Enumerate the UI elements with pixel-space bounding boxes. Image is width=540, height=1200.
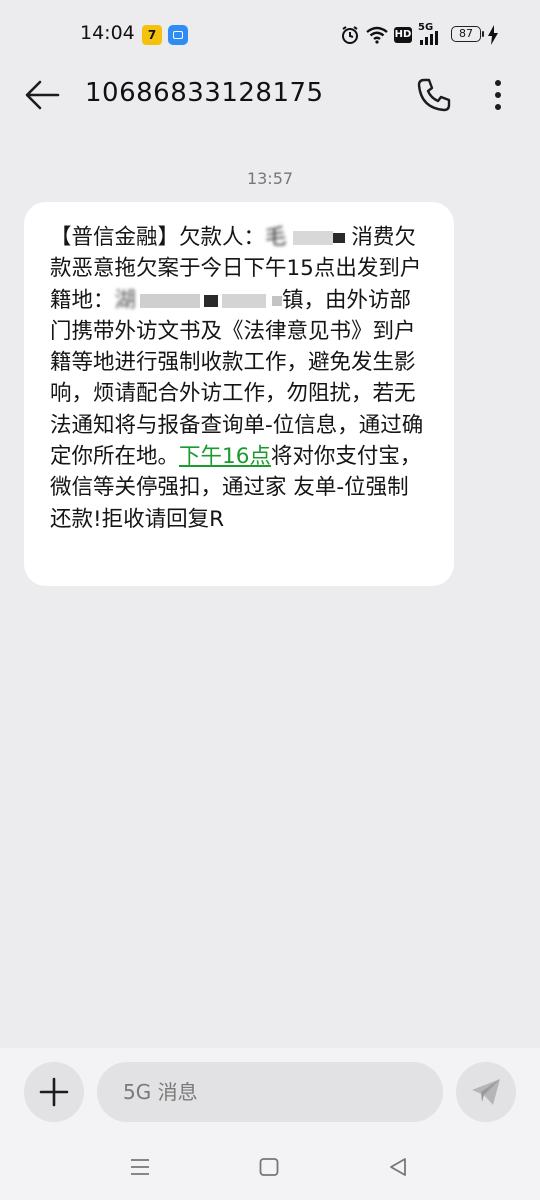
signal-icon [420, 31, 438, 45]
wifi-icon [366, 26, 388, 44]
redaction-block [222, 293, 267, 308]
message-bubble[interactable]: 【普信金融】欠款人：毛 消费欠款恶意拖欠案于今日下午15点出发到户籍地：湖 镇，由… [24, 202, 454, 586]
redaction-block [140, 293, 201, 308]
time-link[interactable]: 下午16点 [179, 444, 271, 469]
home-button[interactable] [259, 1158, 279, 1180]
battery-tip [482, 31, 484, 37]
square-icon [259, 1158, 279, 1176]
redacted-name: 毛 [265, 225, 287, 250]
send-button[interactable] [456, 1062, 516, 1122]
charging-icon [488, 25, 498, 45]
message-body-2: 镇，由外访部门携带外访文书及《法律意见书》到户籍等地进行强制收款工作，避免发生影… [50, 287, 424, 470]
message-text: 【普信金融】欠款人：毛 消费欠款恶意拖欠案于今日下午15点出发到户籍地：湖 镇，由… [50, 222, 428, 535]
add-attachment-button[interactable] [24, 1062, 84, 1122]
message-intro: 【普信金融】欠款人： [50, 225, 266, 250]
plus-icon [39, 1077, 69, 1107]
notification-app-icon: 7 [142, 25, 162, 45]
redaction-block [332, 233, 345, 243]
notification-chat-icon [168, 25, 188, 45]
more-vertical-icon [495, 80, 501, 110]
system-back-button[interactable] [388, 1157, 408, 1181]
redaction-block [272, 295, 283, 306]
message-timestamp: 13:57 [246, 169, 294, 188]
status-bar: 14:04 7 HD 5G 87 [0, 0, 540, 70]
conversation-header: 10686833128175 [0, 62, 540, 128]
hd-badge: HD [394, 27, 412, 43]
send-icon [472, 1079, 500, 1105]
alarm-icon [342, 26, 358, 44]
message-input[interactable]: 5G 消息 [97, 1062, 443, 1122]
more-options-button[interactable] [484, 75, 512, 115]
status-time: 14:04 [80, 22, 135, 44]
system-navigation-bar [0, 1140, 540, 1192]
redaction-block [292, 231, 333, 245]
phone-icon [417, 78, 451, 112]
call-button[interactable] [414, 75, 454, 115]
redaction-block [204, 294, 219, 307]
notification-app-badge-text: 7 [147, 28, 157, 42]
triangle-back-icon [390, 1158, 406, 1176]
arrow-left-icon [25, 80, 60, 110]
battery-indicator: 87 [451, 26, 481, 42]
menu-lines-icon [131, 1159, 149, 1175]
back-button[interactable] [22, 74, 64, 116]
redacted-address: 湖 [114, 287, 137, 313]
recent-apps-button[interactable] [130, 1158, 150, 1180]
contact-number-title: 10686833128175 [85, 78, 324, 108]
